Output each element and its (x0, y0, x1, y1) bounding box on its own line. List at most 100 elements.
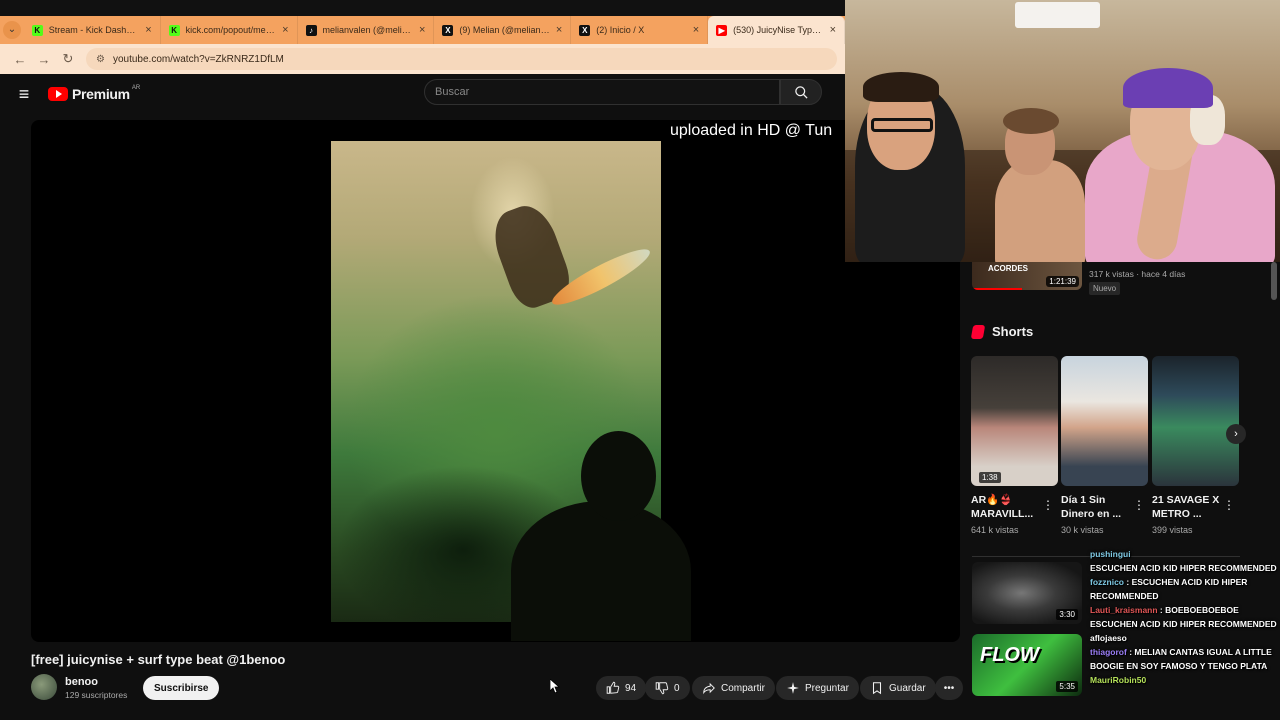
close-icon[interactable]: × (693, 24, 699, 36)
short-title[interactable]: Día 1 Sin Dinero en ... (1061, 493, 1137, 521)
video-player[interactable]: uploaded in HD @ Tun (31, 120, 960, 642)
chat-message: ESCUCHEN ACID KID HIPER RECOMMENDED (1090, 617, 1280, 631)
person-center-hair (1003, 108, 1059, 134)
purple-cap (1123, 68, 1213, 108)
save-button[interactable]: Guardar (860, 676, 936, 700)
screen: ⌄ K Stream - Kick Dashboard × K kick.com… (0, 0, 1280, 720)
mouse-cursor-icon (550, 679, 560, 693)
chat-message: MauriRobin50 (1090, 673, 1280, 687)
silhouette-body (511, 501, 691, 641)
share-button[interactable]: Compartir (692, 676, 775, 700)
person-center-body (995, 160, 1085, 262)
subscriber-count: 129 suscriptores (65, 690, 128, 700)
logo-text: Premium (72, 86, 130, 102)
close-icon[interactable]: × (145, 24, 151, 36)
silhouette-head (581, 431, 656, 521)
youtube-premium-logo[interactable]: Premium AR (48, 85, 141, 102)
tab-search-button[interactable]: ⌄ (0, 16, 24, 44)
reload-icon[interactable]: ↻ (56, 51, 80, 67)
save-label: Guardar (889, 682, 926, 694)
chat-username: pushingui (1090, 549, 1131, 559)
recommended-video-thumbnail[interactable]: ACORDES 1:21:39 (972, 262, 1082, 290)
close-icon[interactable]: × (556, 24, 562, 36)
tab-title: (9) Melian (@melianvalen (459, 25, 550, 35)
channel-name[interactable]: benoo (65, 676, 98, 688)
tab-x-profile[interactable]: X (9) Melian (@melianvalen × (434, 16, 572, 44)
share-icon (703, 682, 715, 695)
chat-message: pushingui (1090, 547, 1280, 561)
channel-avatar[interactable] (31, 674, 57, 700)
chevron-down-icon: ⌄ (2, 21, 21, 39)
tab-kick-dashboard[interactable]: K Stream - Kick Dashboard × (24, 16, 161, 44)
stream-chat-overlay: pushingui ESCUCHEN ACID KID HIPER RECOMME… (1090, 547, 1280, 720)
ask-button[interactable]: Preguntar (776, 676, 859, 700)
tab-kick-popout[interactable]: K kick.com/popout/melian × (161, 16, 298, 44)
dislike-button[interactable]: 0 (645, 676, 690, 700)
chat-message: Lauti_kraismann : BOEBOEBOEBOE (1090, 605, 1239, 615)
thumbnail-text: FLOW (980, 644, 1039, 666)
short-thumbnail[interactable]: 1:38 (971, 356, 1058, 486)
more-vertical-icon[interactable]: ⋮ (1223, 498, 1235, 512)
video-overlay-text: uploaded in HD @ Tun (670, 122, 833, 139)
video-duration: 5:35 (1056, 681, 1078, 692)
menu-icon[interactable]: ≡ (0, 84, 48, 105)
recommended-video-thumbnail[interactable]: 3:30 (972, 562, 1082, 624)
close-icon[interactable]: × (419, 24, 425, 36)
chat-username: thiagorof (1090, 647, 1127, 657)
site-info-icon[interactable]: ⚙ (96, 54, 105, 65)
chat-text: BOEBOEBOEBOE (1165, 605, 1239, 615)
short-thumbnail[interactable] (1061, 356, 1148, 486)
more-actions-button[interactable]: ••• (935, 676, 963, 700)
dislike-count: 0 (674, 682, 680, 694)
tab-tiktok[interactable]: ♪ melianvalen (@melianval × (298, 16, 435, 44)
tab-bar: ⌄ K Stream - Kick Dashboard × K kick.com… (0, 16, 846, 44)
thumbnail-label: ACORDES (988, 264, 1029, 273)
video-duration: 3:30 (1056, 609, 1078, 620)
title-strip (0, 0, 845, 16)
tiktok-icon: ♪ (305, 24, 317, 36)
more-vertical-icon[interactable]: ⋮ (1042, 498, 1054, 512)
more-vertical-icon[interactable]: ⋮ (1133, 498, 1145, 512)
address-bar: ← → ↻ ⚙ youtube.com/watch?v=ZkRNRZ1DfLM (0, 44, 845, 74)
like-button[interactable]: 94 (596, 676, 647, 700)
chat-username: fozznico (1090, 577, 1124, 587)
short-title[interactable]: AR🔥👙 MARAVILL... (971, 493, 1047, 521)
country-code: AR (131, 85, 141, 91)
short-title[interactable]: 21 SAVAGE X METRO ... (1152, 493, 1228, 521)
thumbs-up-icon (606, 681, 620, 694)
like-count: 94 (625, 682, 637, 694)
scrollbar[interactable] (1271, 262, 1277, 300)
short-thumbnail[interactable] (1152, 356, 1239, 486)
forward-arrow-icon[interactable]: → (32, 52, 56, 67)
air-conditioner (1015, 2, 1100, 28)
new-badge: Nuevo (1089, 282, 1121, 295)
url-field[interactable]: ⚙ youtube.com/watch?v=ZkRNRZ1DfLM (86, 48, 837, 70)
short-duration: 1:38 (979, 472, 1001, 483)
x-icon: X (579, 24, 591, 36)
recommended-video-thumbnail[interactable]: FLOW 5:35 (972, 634, 1082, 696)
shorts-title: Shorts (992, 324, 1034, 339)
back-arrow-icon[interactable]: ← (8, 52, 32, 67)
video-duration: 1:21:39 (1046, 276, 1079, 287)
chat-message: aflojaeso (1090, 631, 1280, 645)
tab-youtube[interactable]: ▶ (530) JuicyNise Type Beat × (708, 16, 846, 44)
chat-text: ESCUCHEN ACID KID HIPER RECOMMENDED (1090, 619, 1277, 629)
sparkle-icon (787, 682, 799, 694)
youtube-icon: ▶ (716, 24, 728, 36)
subscribe-button[interactable]: Suscribirse (143, 676, 220, 700)
chat-message: fozznico : ESCUCHEN ACID KID HIPER RECOM… (1090, 577, 1248, 601)
video-title: [free] juicynise + surf type beat @1beno… (31, 652, 286, 667)
share-label: Compartir (721, 682, 765, 694)
close-icon[interactable]: × (830, 24, 836, 36)
kick-icon: K (168, 24, 180, 36)
chat-username: Lauti_kraismann (1090, 605, 1158, 615)
tab-title: Stream - Kick Dashboard (48, 25, 139, 35)
close-icon[interactable]: × (282, 24, 288, 36)
video-meta: 317 k vistas · hace 4 días (1089, 269, 1186, 279)
tab-x-home[interactable]: X (2) Inicio / X × (571, 16, 709, 44)
search-button[interactable] (780, 79, 822, 105)
thumbs-down-icon (655, 682, 669, 695)
chevron-right-icon[interactable]: › (1226, 424, 1246, 444)
chat-message: thiagorof : MELIAN CANTAS IGUAL A LITTLE… (1090, 647, 1272, 671)
search-input[interactable]: Buscar (424, 79, 780, 105)
